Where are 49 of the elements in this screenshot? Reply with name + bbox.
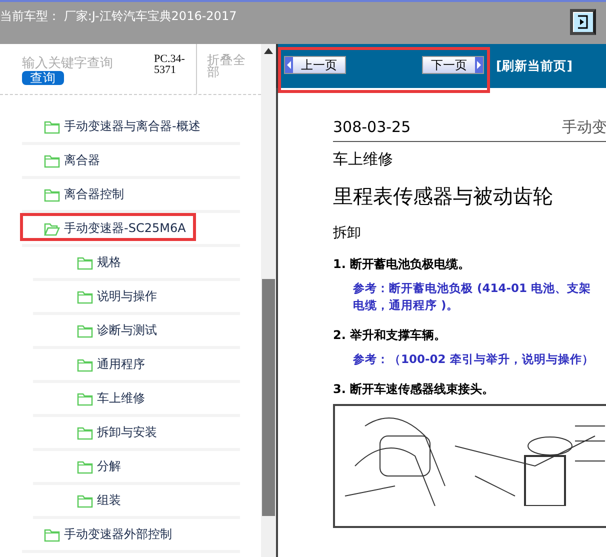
tree-item-label[interactable]: 拆卸与安装 xyxy=(97,424,157,441)
tree-item-label[interactable]: 诊断与测试 xyxy=(97,322,157,339)
tree-item-label[interactable]: 组装 xyxy=(97,492,121,509)
tree-item[interactable]: 通用程序 xyxy=(33,349,240,383)
tree-item-label[interactable]: 说明与操作 xyxy=(97,288,157,305)
arrow-right-icon xyxy=(576,15,590,29)
tree-item[interactable]: 手动变速器与离合器-概述 xyxy=(22,111,240,145)
scroll-up-icon[interactable] xyxy=(264,48,273,54)
step-text: 1. 断开蓄电池负极电缆。 xyxy=(333,256,472,273)
step-text: 3. 断开车速传感器线束接头。 xyxy=(333,381,496,398)
tree-item[interactable]: 诊断与测试 xyxy=(33,315,240,349)
section-title: 车上维修 xyxy=(333,150,394,169)
tree-item[interactable]: 说明与操作 xyxy=(33,281,240,315)
scrollbar[interactable] xyxy=(261,44,276,557)
refresh-link[interactable]: [刷新当前页] xyxy=(496,58,572,74)
step-text: 2. 举升和支撑车辆。 xyxy=(333,327,448,344)
next-page-button[interactable]: 下一页 xyxy=(422,56,484,74)
window-title: 当前车型： 厂家:J-江铃汽车宝典2016-2017 xyxy=(0,8,237,25)
tree-item[interactable]: 拆卸与安装 xyxy=(33,417,240,451)
tree-item-label[interactable]: 离合器控制 xyxy=(64,186,124,203)
tree-item[interactable]: 离合器控制 xyxy=(22,179,240,213)
document-heading: 里程表传感器与被动齿轮 xyxy=(333,183,554,210)
arrow-right-icon xyxy=(475,57,483,73)
tree-item[interactable]: 手动变速器-SC25M6A xyxy=(22,213,240,247)
code-label: PC.34-5371 xyxy=(154,44,197,94)
tree-item-label[interactable]: 手动变速器-SC25M6A xyxy=(64,220,186,237)
tree-item[interactable]: 规格 xyxy=(33,247,240,281)
reference-note: 参考：断开蓄电池负极 (414-01 电池、支架 xyxy=(353,281,592,296)
arrow-left-icon xyxy=(285,57,293,73)
tree-item[interactable]: 车上维修 xyxy=(33,383,240,417)
tree-item-label[interactable]: 车上维修 xyxy=(97,390,145,407)
reference-note: 电缆，通用程序 )。 xyxy=(353,298,460,313)
tree-item-label[interactable]: 手动变速器与离合器-概述 xyxy=(64,118,200,135)
tree-item-label[interactable]: 离合器 xyxy=(64,152,100,169)
tree-item-label[interactable]: 规格 xyxy=(97,254,121,271)
subheading: 拆卸 xyxy=(333,224,362,242)
page-number: 308-03-25 xyxy=(333,118,411,137)
reference-note: 参考：（100-02 牵引与举升，说明与操作） xyxy=(353,352,595,367)
prev-page-button[interactable]: 上一页 xyxy=(284,56,346,74)
tree-item-label[interactable]: 分解 xyxy=(97,458,121,475)
tree-item[interactable]: 组装 xyxy=(33,485,240,519)
exit-button[interactable] xyxy=(570,9,596,35)
tree-item[interactable]: 手动变速器外部控制 xyxy=(22,519,240,553)
tree-item[interactable]: 离合器 xyxy=(22,145,240,179)
tree-item-label[interactable]: 通用程序 xyxy=(97,356,145,373)
tree-item-label[interactable]: 手动变速器外部控制 xyxy=(64,526,172,543)
search-button[interactable]: 查询 xyxy=(22,71,64,85)
tree-item[interactable]: 分解 xyxy=(33,451,240,485)
scrollbar-thumb[interactable] xyxy=(262,279,275,516)
